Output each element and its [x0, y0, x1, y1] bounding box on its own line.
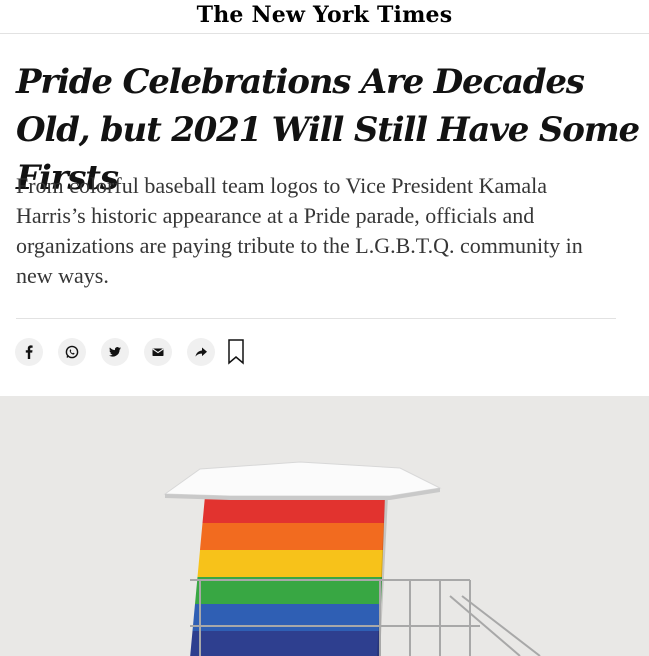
- masthead: The New York Times: [0, 0, 649, 34]
- divider: [16, 318, 616, 319]
- more-share-button[interactable]: [187, 338, 215, 366]
- whatsapp-icon: [65, 345, 79, 359]
- bookmark-icon: [228, 339, 244, 365]
- tower-stripe: [190, 631, 380, 656]
- tower-stripe: [195, 577, 382, 604]
- nyt-logo[interactable]: The New York Times: [197, 4, 453, 26]
- email-share-button[interactable]: [144, 338, 172, 366]
- facebook-share-button[interactable]: [15, 338, 43, 366]
- whatsapp-share-button[interactable]: [58, 338, 86, 366]
- share-arrow-icon: [195, 347, 207, 357]
- tower-stripe: [200, 523, 384, 550]
- facebook-icon: [25, 345, 33, 359]
- email-icon: [152, 348, 164, 356]
- tower-stripe: [197, 550, 383, 577]
- share-toolbar: [15, 338, 245, 366]
- twitter-icon: [109, 347, 121, 357]
- lifeguard-tower-image: [0, 396, 649, 656]
- save-article-button[interactable]: [227, 338, 245, 366]
- tower-stripe: [202, 496, 385, 523]
- twitter-share-button[interactable]: [101, 338, 129, 366]
- article-summary: From colorful baseball team logos to Vic…: [16, 173, 583, 288]
- rainbow-stripes: [190, 496, 388, 656]
- article-photo: [0, 396, 649, 656]
